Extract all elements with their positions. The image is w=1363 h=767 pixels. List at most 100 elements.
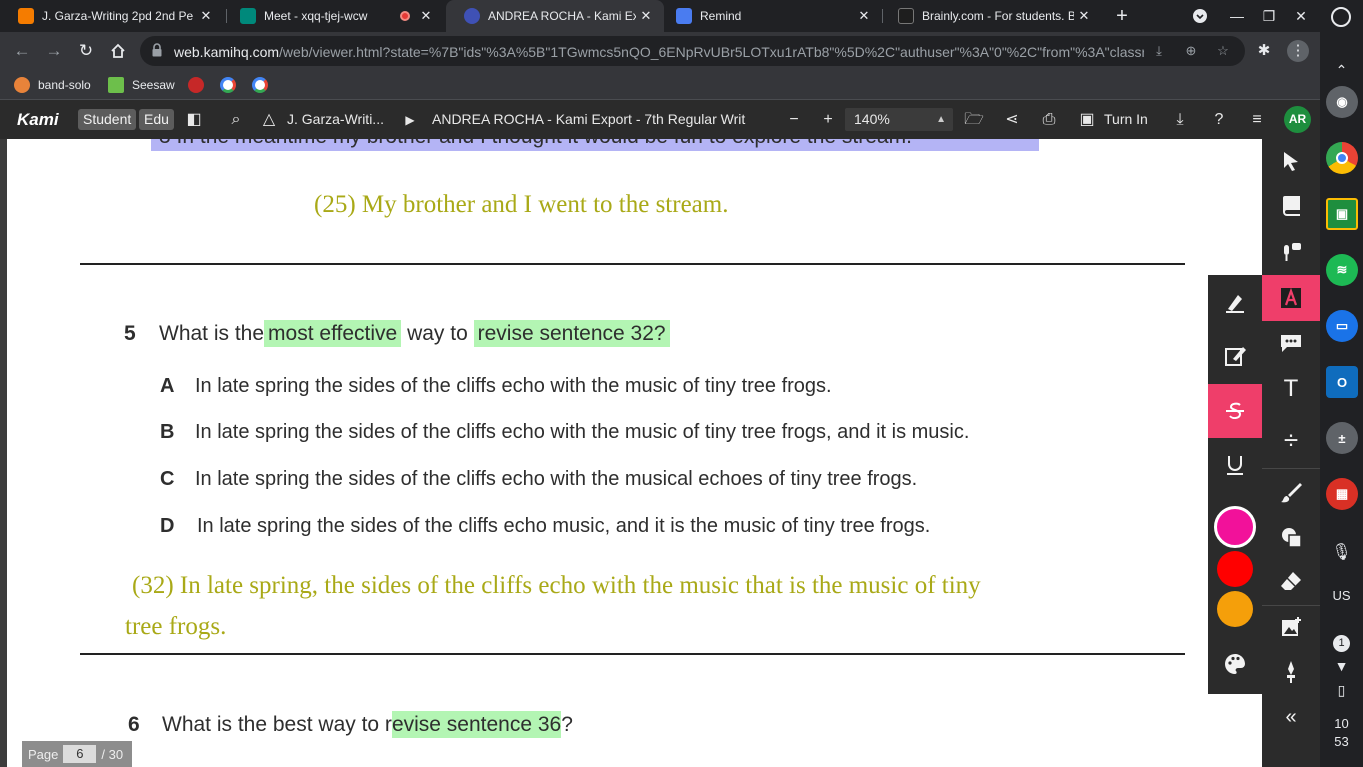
bookmark-google-1[interactable] bbox=[220, 76, 244, 94]
print-icon[interactable]: ⎙ bbox=[1038, 109, 1060, 131]
document-page: 3 In the meantime my brother and I thoug… bbox=[7, 139, 1262, 767]
zoom-in-icon[interactable]: + bbox=[817, 109, 839, 131]
address-bar[interactable]: web.kamihq.com/web/viewer.html?state=%7B… bbox=[140, 36, 1245, 66]
underline-tool-icon[interactable] bbox=[1208, 438, 1262, 492]
markup-tool-icon[interactable] bbox=[1262, 275, 1320, 321]
bookmark-google-2[interactable] bbox=[252, 76, 276, 94]
option-letter: D bbox=[160, 515, 175, 537]
keyboard-layout[interactable]: US bbox=[1320, 588, 1363, 603]
dictionary-icon[interactable] bbox=[1262, 183, 1320, 227]
close-icon[interactable]: ✕ bbox=[196, 8, 216, 24]
comment-icon[interactable] bbox=[1262, 321, 1320, 365]
shelf-collapse-icon[interactable]: ⌃ bbox=[1320, 62, 1363, 79]
palette-icon[interactable] bbox=[1208, 637, 1262, 691]
bookmark-star-icon[interactable]: ☆ bbox=[1214, 42, 1232, 60]
signature-icon[interactable] bbox=[1262, 650, 1320, 694]
select-cursor-icon[interactable] bbox=[1262, 139, 1320, 183]
screen-capture-icon[interactable]: ◉ bbox=[1326, 86, 1358, 118]
drawing-icon[interactable] bbox=[1262, 470, 1320, 514]
strikethrough-tool-icon[interactable] bbox=[1208, 384, 1262, 438]
new-tab-button[interactable]: + bbox=[1110, 4, 1134, 28]
tab-meet[interactable]: Meet - xqq-tjej-wcw ✕ bbox=[222, 0, 444, 32]
highlight-green: most effective bbox=[264, 320, 402, 347]
folder-open-icon[interactable]: 🗁 bbox=[963, 109, 985, 131]
tab-kami-active[interactable]: ANDREA ROCHA - Kami Exp ✕ bbox=[446, 0, 664, 32]
eraser-icon[interactable] bbox=[1262, 559, 1320, 603]
close-icon[interactable]: ✕ bbox=[854, 8, 874, 24]
launcher-icon[interactable] bbox=[1331, 7, 1351, 27]
extensions-icon[interactable]: ✱ bbox=[1253, 40, 1275, 62]
text-to-speech-icon[interactable] bbox=[1262, 230, 1320, 274]
tab-remind[interactable]: Remind ✕ bbox=[658, 0, 882, 32]
back-icon[interactable]: ← bbox=[9, 38, 35, 64]
browser-menu-icon[interactable]: ⋮ bbox=[1287, 40, 1309, 62]
edu-badge: Edu bbox=[139, 109, 174, 130]
bookmarks-bar: band-solo Seesaw bbox=[0, 70, 1320, 100]
microphone-icon[interactable]: 🎙 bbox=[1320, 542, 1363, 562]
turn-in-button[interactable]: Turn In bbox=[1104, 111, 1148, 127]
text-box-icon[interactable]: T bbox=[1262, 367, 1320, 411]
gallery-icon[interactable]: ▦ bbox=[1326, 478, 1358, 510]
close-icon[interactable]: ✕ bbox=[1074, 8, 1094, 24]
recording-icon bbox=[400, 11, 410, 21]
color-swatch-orange[interactable] bbox=[1217, 591, 1253, 627]
install-app-icon[interactable]: ⤓ bbox=[1150, 42, 1168, 60]
tab-title: J. Garza-Writing 2pd 2nd Pe bbox=[42, 9, 194, 23]
minimize-icon[interactable]: — bbox=[1221, 0, 1253, 32]
lock-icon bbox=[152, 43, 162, 57]
notification-count[interactable]: 1 bbox=[1320, 634, 1363, 652]
sidebar-toggle-icon[interactable]: ◧ bbox=[183, 109, 205, 131]
color-swatch-red[interactable] bbox=[1217, 551, 1253, 587]
close-window-icon[interactable]: ✕ bbox=[1285, 0, 1317, 32]
avatar[interactable]: AR bbox=[1284, 106, 1311, 133]
search-icon[interactable]: ⌕ bbox=[225, 109, 247, 131]
tab-garza-writing[interactable]: J. Garza-Writing 2pd 2nd Pe ✕ bbox=[0, 0, 224, 32]
color-swatch-pink[interactable] bbox=[1214, 506, 1256, 548]
battery-icon: ▯ bbox=[1337, 682, 1346, 698]
save-icon[interactable]: ▣ bbox=[1076, 109, 1098, 131]
tab-search-icon[interactable] bbox=[1184, 0, 1216, 32]
calculator-icon[interactable]: ± bbox=[1326, 422, 1358, 454]
add-image-icon[interactable] bbox=[1262, 605, 1320, 649]
chrome-icon[interactable] bbox=[1326, 142, 1358, 174]
main-menu-icon[interactable]: ≡ bbox=[1246, 109, 1268, 131]
breadcrumb-folder[interactable]: J. Garza-Writi... bbox=[287, 111, 392, 127]
restore-icon[interactable]: ❐ bbox=[1253, 0, 1285, 32]
close-icon[interactable]: ✕ bbox=[416, 8, 436, 24]
reload-icon[interactable]: ↻ bbox=[73, 38, 99, 64]
outlook-icon[interactable]: O bbox=[1326, 366, 1358, 398]
band-favicon-icon bbox=[14, 77, 30, 93]
download-icon[interactable]: ⤓ bbox=[1169, 109, 1191, 131]
zoom-out-icon[interactable]: − bbox=[783, 109, 805, 131]
zoom-select[interactable]: 140% ▲ bbox=[845, 108, 953, 131]
page-number-input[interactable]: 6 bbox=[63, 745, 97, 763]
home-icon[interactable] bbox=[105, 38, 131, 64]
document-title[interactable]: ANDREA ROCHA - Kami Export - 7th Regular… bbox=[432, 111, 760, 127]
tab-brainly[interactable]: Brainly.com - For students. B ✕ bbox=[880, 0, 1102, 32]
clock-minute[interactable]: 53 bbox=[1320, 734, 1363, 749]
kami-tools-panel: T ÷ « bbox=[1262, 139, 1320, 767]
share-icon[interactable]: ⋖ bbox=[1001, 109, 1023, 131]
highlight-tool-icon[interactable] bbox=[1208, 275, 1262, 329]
tab-title: Brainly.com - For students. B bbox=[922, 9, 1074, 23]
bookmark-seesaw[interactable]: Seesaw bbox=[108, 76, 175, 94]
shapes-icon[interactable] bbox=[1262, 515, 1320, 559]
divide-icon[interactable]: ÷ bbox=[1262, 418, 1320, 462]
zoom-icon[interactable]: ⊕ bbox=[1182, 42, 1200, 60]
forward-icon[interactable]: → bbox=[41, 38, 67, 64]
bookmark-band-solo[interactable]: band-solo bbox=[14, 76, 91, 94]
option-text: In late spring the sides of the cliffs e… bbox=[197, 515, 931, 537]
files-icon[interactable]: ▭ bbox=[1326, 310, 1358, 342]
google-classroom-icon[interactable]: ▣ bbox=[1326, 198, 1358, 230]
google-drive-icon[interactable]: △ bbox=[258, 109, 280, 131]
remind-favicon-icon bbox=[676, 8, 692, 24]
spotify-icon[interactable]: ≋ bbox=[1326, 254, 1358, 286]
divider bbox=[80, 263, 1185, 265]
help-icon[interactable]: ? bbox=[1208, 109, 1230, 131]
bookmark-icon-only[interactable] bbox=[188, 76, 212, 94]
question-number-6: 6 bbox=[128, 713, 140, 736]
close-icon[interactable]: ✕ bbox=[636, 8, 656, 24]
edit-note-icon[interactable] bbox=[1208, 329, 1262, 383]
clock-hour[interactable]: 10 bbox=[1320, 716, 1363, 731]
collapse-panel-icon[interactable]: « bbox=[1262, 695, 1320, 739]
